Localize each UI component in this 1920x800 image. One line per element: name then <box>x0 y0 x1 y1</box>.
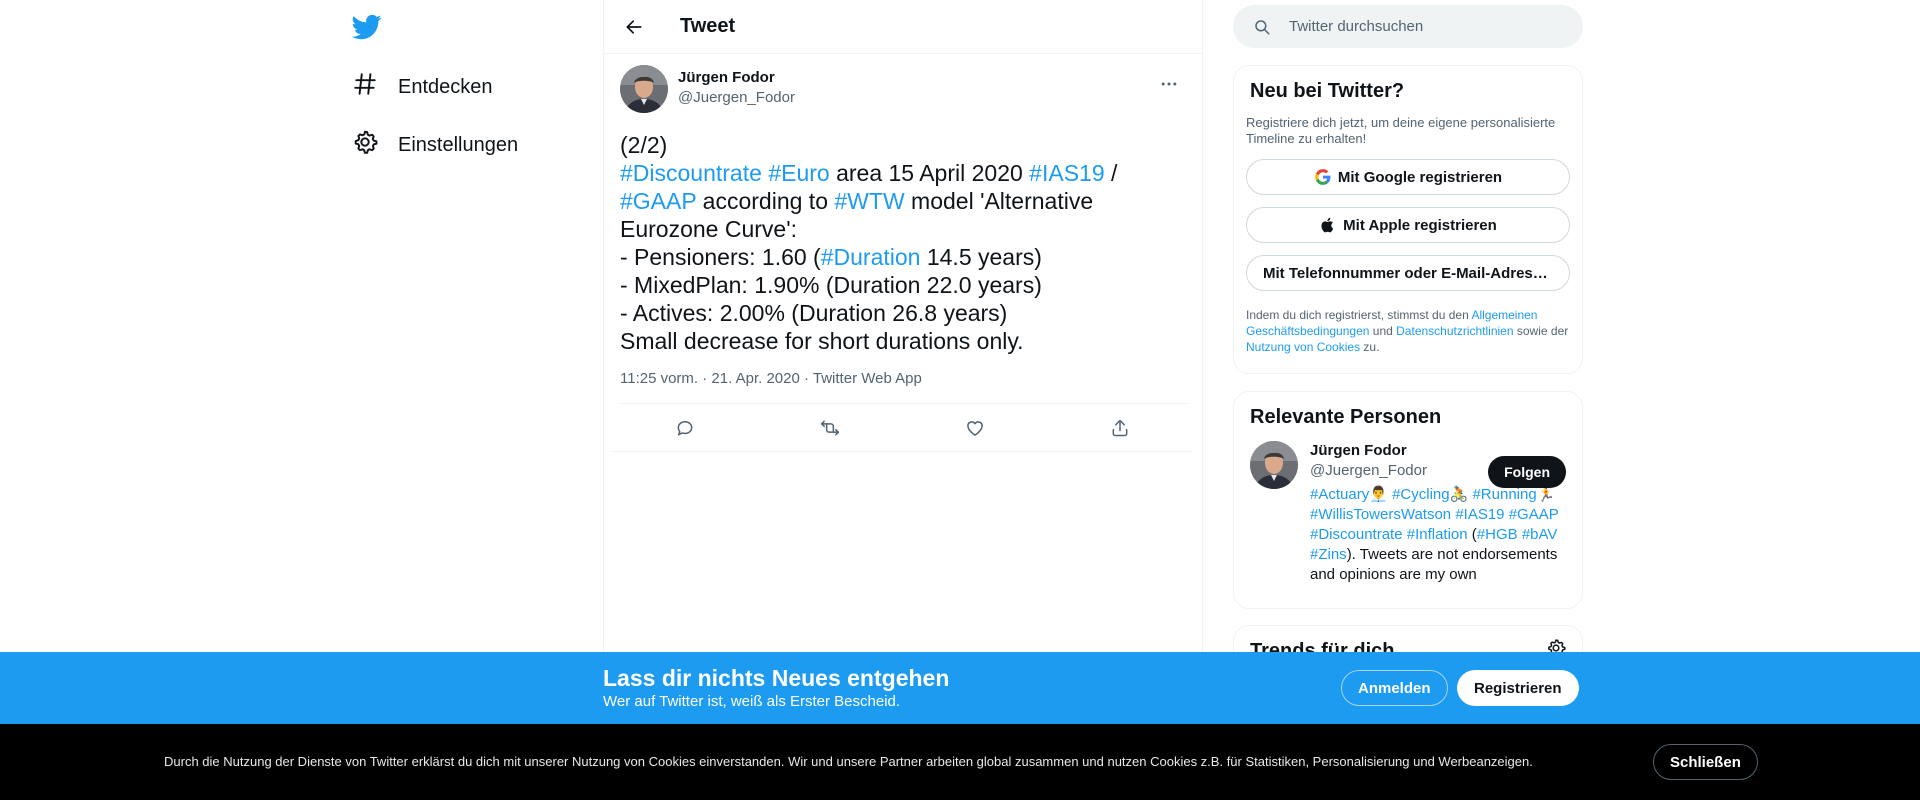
hashtag-link[interactable]: #IAS19 <box>1029 160 1104 186</box>
back-button[interactable] <box>617 10 651 44</box>
tweet-text-line: Small decrease for short durations only. <box>620 328 1024 354</box>
more-dots-icon <box>1161 82 1177 86</box>
author-names: Jürgen Fodor @Juergen_Fodor <box>678 68 795 108</box>
signup-banner-title: Lass dir nichts Neues entgehen <box>603 665 950 691</box>
cookie-use-link[interactable]: Nutzung von Cookies <box>1246 340 1360 354</box>
legal-text: und <box>1369 324 1397 338</box>
avatar[interactable] <box>1250 441 1298 489</box>
search-box[interactable] <box>1233 5 1583 48</box>
twitter-bird-icon[interactable] <box>351 12 382 42</box>
hashtag-link[interactable]: #IAS19 <box>1455 506 1504 523</box>
hashtag-link[interactable]: #Inflation <box>1407 526 1468 543</box>
tweet-text-fragment: 14.5 years) <box>920 244 1042 270</box>
phone-email-signup-button[interactable]: Mit Telefonnummer oder E-Mail-Adresse re… <box>1246 255 1570 291</box>
tweet-text-fragment: area 15 April 2020 <box>829 160 1030 186</box>
privacy-link[interactable]: Datenschutzrichtlinien <box>1396 324 1513 338</box>
author-name[interactable]: Jürgen Fodor <box>678 68 795 88</box>
cookie-banner: Durch die Nutzung der Dienste von Twitte… <box>0 724 1920 800</box>
signup-banner: Lass dir nichts Neues entgehen Wer auf T… <box>0 652 1920 724</box>
hash-icon <box>352 71 378 103</box>
apple-signup-label: Mit Apple registrieren <box>1343 216 1497 234</box>
bio-text: ). Tweets are not endorsements and opini… <box>1310 546 1558 583</box>
more-options-button[interactable] <box>1152 67 1186 101</box>
hashtag-link[interactable]: #bAV <box>1522 526 1558 543</box>
search-input[interactable] <box>1289 18 1549 35</box>
nav-item-settings[interactable]: Einstellungen <box>352 125 518 165</box>
person-bio: #Actuary👨‍💼 #Cycling🚴 #Running🏃 #WillisT… <box>1310 485 1560 585</box>
page-header: Tweet <box>604 0 1202 54</box>
hashtag-link[interactable]: #Zins <box>1310 546 1347 563</box>
emoji: 🏃 <box>1536 486 1556 503</box>
tweet-text-fragment: / <box>1104 160 1118 186</box>
arrow-left-icon <box>626 19 642 34</box>
reply-button[interactable] <box>668 411 702 445</box>
hashtag-link[interactable]: #GAAP <box>1509 506 1559 523</box>
apple-icon <box>1321 217 1334 233</box>
tweet-author: Jürgen Fodor @Juergen_Fodor <box>620 65 1186 115</box>
tweet-text-fragment: according to <box>696 188 835 214</box>
cookie-banner-text: Durch die Nutzung der Dienste von Twitte… <box>164 754 1533 769</box>
nav-item-label: Einstellungen <box>398 133 519 156</box>
hashtag-link[interactable]: #HGB <box>1477 526 1518 543</box>
retweet-icon <box>820 420 839 435</box>
tweet-timestamp[interactable]: 11:25 vorm. · 21. Apr. 2020 · Twitter We… <box>620 369 1188 404</box>
nav-item-label: Entdecken <box>398 75 493 98</box>
hashtag-link[interactable]: #Actuary <box>1310 486 1369 503</box>
hashtag-link[interactable]: #Discountrate <box>620 160 762 186</box>
nav-item-explore[interactable]: Entdecken <box>352 67 493 107</box>
tweet-text-line: (2/2) <box>620 132 668 158</box>
hashtag-link[interactable]: #WTW <box>834 188 904 214</box>
hashtag-link[interactable]: #GAAP <box>620 188 696 214</box>
signup-card-title: Neu bei Twitter? <box>1250 80 1405 102</box>
like-button[interactable] <box>958 411 992 445</box>
bio-text: ( <box>1467 526 1477 543</box>
cookie-close-button[interactable]: Schließen <box>1653 744 1758 780</box>
register-button[interactable]: Registrieren <box>1457 670 1579 706</box>
tweet-text: (2/2) #Discountrate #Euro area 15 April … <box>620 131 1180 355</box>
author-handle[interactable]: @Juergen_Fodor <box>678 88 795 108</box>
share-icon <box>1112 419 1127 436</box>
apple-signup-button[interactable]: Mit Apple registrieren <box>1246 207 1570 243</box>
google-signup-label: Mit Google registrieren <box>1337 168 1503 186</box>
tweet-text-fragment: - Pensioners: 1.60 ( <box>620 244 821 270</box>
legal-text: sowie der <box>1513 324 1569 338</box>
heart-icon <box>966 420 983 436</box>
page-title: Tweet <box>680 15 736 37</box>
signup-legal-text: Indem du dich registrierst, stimmst du d… <box>1246 307 1570 355</box>
tweet-text-line: - Actives: 2.00% (Duration 26.8 years) <box>620 300 1008 326</box>
legal-text: zu. <box>1360 340 1380 354</box>
google-signup-button[interactable]: Mit Google registrieren <box>1246 159 1570 195</box>
reply-icon <box>677 420 692 435</box>
google-icon <box>1315 169 1331 185</box>
hashtag-link[interactable]: #Cycling <box>1392 486 1450 503</box>
hashtag-link[interactable]: #Discountrate <box>1310 526 1403 543</box>
tweet: Jürgen Fodor @Juergen_Fodor (2/2) #Disco… <box>604 65 1202 452</box>
hashtag-link[interactable]: #WillisTowersWatson <box>1310 506 1451 523</box>
login-button[interactable]: Anmelden <box>1341 670 1448 706</box>
relevant-people-card: Relevante Personen Jürgen Fodor @Juergen… <box>1233 391 1583 609</box>
phone-email-signup-label: Mit Telefonnummer oder E-Mail-Adresse re… <box>1263 264 1555 282</box>
search-icon <box>1255 19 1270 34</box>
hashtag-link[interactable]: #Duration <box>821 244 921 270</box>
signup-banner-subtitle: Wer auf Twitter ist, weiß als Erster Bes… <box>603 693 901 710</box>
avatar[interactable] <box>620 65 668 113</box>
follow-button[interactable]: Folgen <box>1488 456 1566 488</box>
hashtag-link[interactable]: #Running <box>1472 486 1536 503</box>
signup-card-subtitle: Registriere dich jetzt, um deine eigene … <box>1246 115 1556 146</box>
hashtag-link[interactable]: #Euro <box>768 160 829 186</box>
emoji: 👨‍💼 <box>1369 486 1388 503</box>
emoji: 🚴 <box>1449 486 1469 503</box>
gear-icon <box>352 129 378 161</box>
legal-text: Indem du dich registrierst, stimmst du d… <box>1246 308 1472 322</box>
signup-card: Neu bei Twitter? Registriere dich jetzt,… <box>1233 65 1583 374</box>
share-button[interactable] <box>1103 411 1137 445</box>
tweet-text-line: - MixedPlan: 1.90% (Duration 22.0 years) <box>620 272 1042 298</box>
retweet-button[interactable] <box>813 411 847 445</box>
tweet-actions <box>612 404 1192 452</box>
relevant-people-title: Relevante Personen <box>1250 406 1442 428</box>
